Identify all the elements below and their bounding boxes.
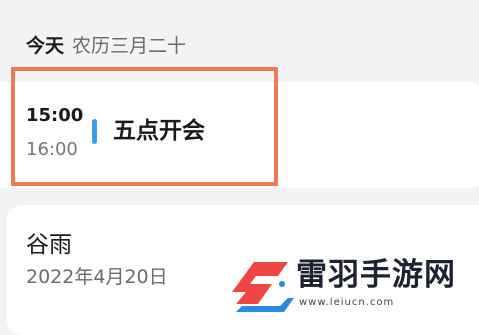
event-title: 五点开会 <box>113 118 205 144</box>
holiday-date: 2022年4月20日 <box>26 266 168 288</box>
event-card[interactable] <box>0 82 479 188</box>
holiday-name: 谷雨 <box>26 232 72 258</box>
event-end-time: 16:00 <box>26 139 78 160</box>
watermark-url: www.leiucn.com <box>299 297 395 308</box>
watermark-name: 雷羽手游网 <box>296 257 456 293</box>
date-header: 今天 农历三月二十 <box>26 33 186 59</box>
today-label: 今天 <box>26 35 65 57</box>
lunar-date-label: 农历三月二十 <box>72 35 187 57</box>
event-color-bar <box>92 119 97 144</box>
event-start-time: 15:00 <box>26 105 84 126</box>
